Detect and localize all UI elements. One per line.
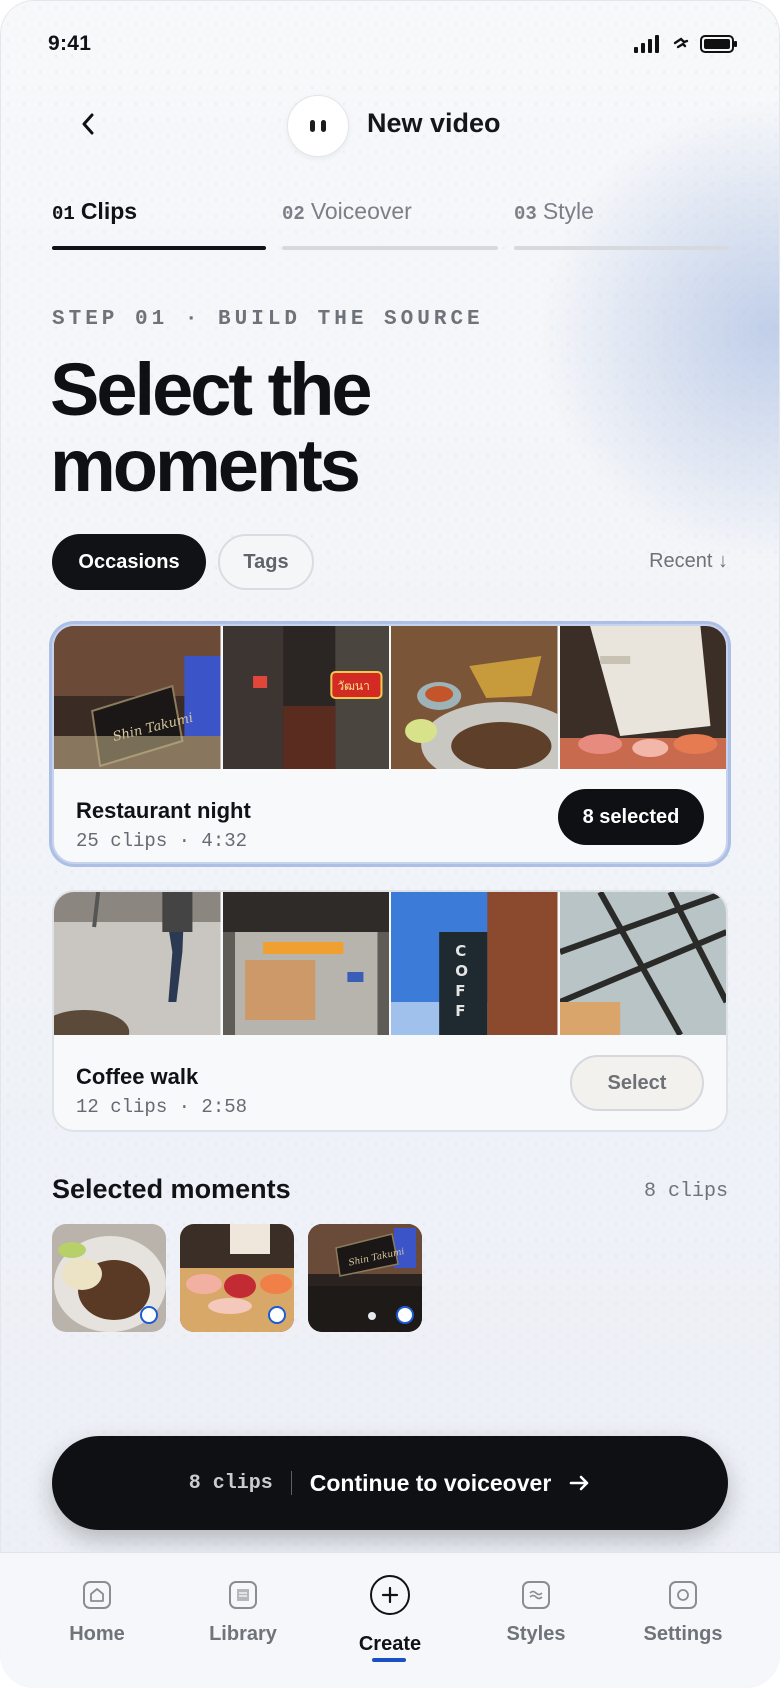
tab-style-number: 03 (514, 203, 537, 225)
battery-icon (700, 35, 737, 53)
step-eyebrow: STEP 01 · BUILD THE SOURCE (52, 308, 484, 331)
thumb-sidewalk-walk (54, 892, 221, 1035)
phone-screen: 9:41 New video 01 Clips 02 Voiceover 03 Sty… (0, 0, 780, 1688)
nav-create-label: Create (358, 1633, 422, 1655)
thumb-chef-sushi (559, 626, 726, 769)
page-title: New video (367, 108, 501, 138)
signal-icon (634, 35, 659, 53)
back-button[interactable] (70, 106, 106, 142)
thumb-sign-shin-takumi: Shin Takumi (54, 626, 221, 769)
tab-clips-label: Clips (80, 198, 138, 224)
moment-beef-noodle-plate[interactable] (52, 1224, 166, 1332)
tab-voiceover[interactable]: 02 Voiceover (282, 198, 498, 250)
tab-clips-number: 01 (52, 203, 75, 225)
selected-indicator (396, 1306, 414, 1324)
occasion-thumbnails: Shin Takumi วัฒนา (54, 626, 726, 769)
svg-text:O: O (455, 962, 468, 980)
filter-occasions-chip[interactable]: Occasions (52, 534, 206, 590)
thumb-glass-roof (559, 892, 726, 1035)
library-icon (229, 1581, 257, 1609)
occasion-meta: 12 clips · 2:58 (76, 1096, 248, 1118)
status-icons (634, 34, 738, 54)
selected-count-button[interactable]: 8 selected (558, 789, 704, 845)
tab-voiceover-label: Voiceover (310, 198, 412, 224)
selected-moments-count: 8 clips (643, 1180, 728, 1203)
nav-home[interactable]: Home (27, 1581, 167, 1646)
cta-clip-count: 8 clips (188, 1471, 273, 1495)
nav-library[interactable]: Library (173, 1581, 313, 1646)
settings-icon (669, 1581, 697, 1609)
chevron-left-icon (82, 113, 94, 135)
nav-settings-label: Settings (643, 1623, 723, 1645)
svg-text:C: C (455, 942, 466, 960)
cta-label: Continue to voiceover (309, 1469, 552, 1496)
nav-home-label: Home (69, 1623, 125, 1645)
occasion-title: Coffee walk (76, 1064, 199, 1089)
selected-indicator (268, 1306, 286, 1324)
tab-clips[interactable]: 01 Clips (52, 198, 266, 250)
tab-style-label: Style (542, 198, 594, 224)
svg-text:F: F (455, 982, 465, 1000)
occasion-card-restaurant-night[interactable]: Shin Takumi วัฒนา Restaurant night 25 cl… (52, 624, 728, 864)
continue-to-voiceover-button[interactable]: 8 clips Continue to voiceover (52, 1436, 728, 1530)
wifi-icon (673, 37, 689, 49)
nav-settings[interactable]: Settings (613, 1581, 753, 1646)
selected-indicator (140, 1306, 158, 1324)
create-icon (370, 1575, 410, 1615)
nav-styles[interactable]: Styles (466, 1581, 606, 1646)
occasion-thumbnails: C O F F (54, 892, 726, 1035)
occasion-title: Restaurant night (76, 798, 251, 823)
thumb-coffee-sign: C O F F (391, 892, 558, 1035)
nav-create[interactable]: Create (320, 1575, 460, 1656)
headline: Select the moments (50, 352, 650, 504)
sort-recent-button[interactable]: Recent ↓ (649, 550, 728, 573)
thumb-storefront-night: วัฒนา (222, 626, 389, 769)
nav-library-label: Library (209, 1623, 277, 1645)
bottom-nav: Home Library Create Styles Settings (0, 1552, 780, 1688)
svg-text:F: F (455, 1002, 465, 1020)
occasion-card-coffee-walk[interactable]: C O F F Coffee walk 12 clips · 2:58 Sele… (52, 890, 728, 1132)
arrow-right-icon (569, 1474, 591, 1492)
moment-sashimi-board[interactable] (180, 1224, 294, 1332)
thumb-thai-plates (391, 626, 558, 769)
headline-line-2: moments (50, 424, 361, 507)
svg-text:วัฒนา: วัฒนา (337, 679, 370, 693)
app-logo (287, 95, 349, 157)
tab-voiceover-number: 02 (282, 203, 305, 225)
active-nav-indicator (372, 1658, 406, 1662)
selected-moments-title: Selected moments (52, 1174, 291, 1204)
select-button[interactable]: Select (570, 1055, 704, 1111)
tab-style[interactable]: 03 Style (514, 198, 728, 250)
home-icon (83, 1581, 111, 1609)
nav-styles-label: Styles (506, 1623, 566, 1645)
moment-shin-takumi-sign[interactable]: Shin Takumi (308, 1224, 422, 1332)
occasion-meta: 25 clips · 4:32 (76, 830, 248, 852)
thumb-subway-train (222, 892, 389, 1035)
filter-tags-chip[interactable]: Tags (218, 534, 314, 590)
styles-icon (522, 1581, 550, 1609)
headline-line-1: Select the (50, 348, 373, 431)
status-time: 9:41 (48, 32, 92, 55)
